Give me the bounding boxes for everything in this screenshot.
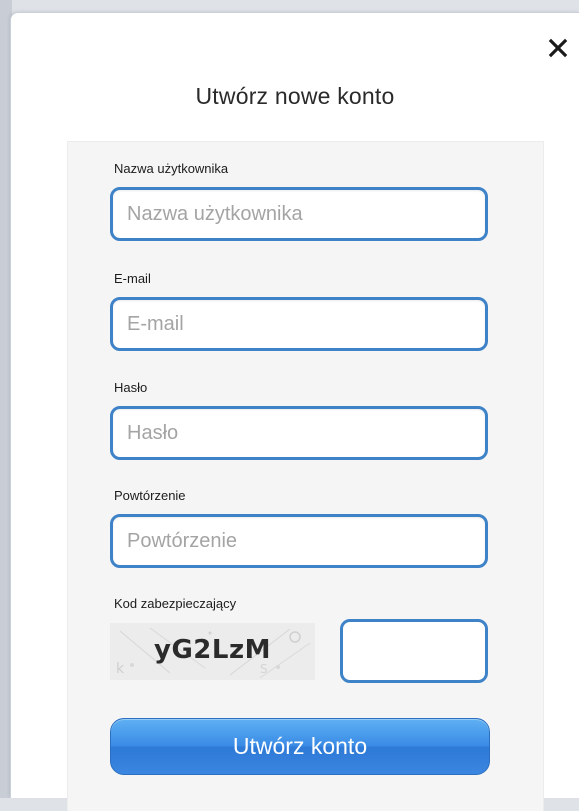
dialog-title: Utwórz nowe konto — [195, 83, 395, 109]
create-account-dialog: Utwórz nowe konto Nazwa użytkownika E-ma… — [10, 12, 579, 811]
username-field-wrapper — [110, 187, 488, 241]
registration-form-panel — [67, 141, 544, 811]
email-label: E-mail — [114, 271, 151, 286]
email-field-wrapper — [110, 297, 488, 351]
password-label: Hasło — [114, 380, 148, 395]
captcha-image: k S yG2LzM — [110, 623, 315, 680]
username-label: Nazwa użytkownika — [114, 161, 229, 176]
captcha-code: yG2LzM — [154, 635, 271, 665]
password-repeat-input[interactable] — [113, 517, 485, 565]
password-field-wrapper — [110, 406, 488, 460]
captcha-label: Kod zabezpieczający — [114, 596, 237, 611]
password-repeat-field-wrapper — [110, 514, 488, 568]
password-repeat-label: Powtórzenie — [114, 488, 186, 503]
password-input[interactable] — [113, 409, 485, 457]
username-input[interactable] — [113, 190, 485, 238]
captcha-input[interactable] — [343, 622, 485, 680]
create-account-button[interactable]: Utwórz konto — [110, 718, 490, 775]
close-icon[interactable] — [547, 37, 569, 59]
email-input[interactable] — [113, 300, 485, 348]
captcha-field-wrapper — [340, 619, 488, 683]
